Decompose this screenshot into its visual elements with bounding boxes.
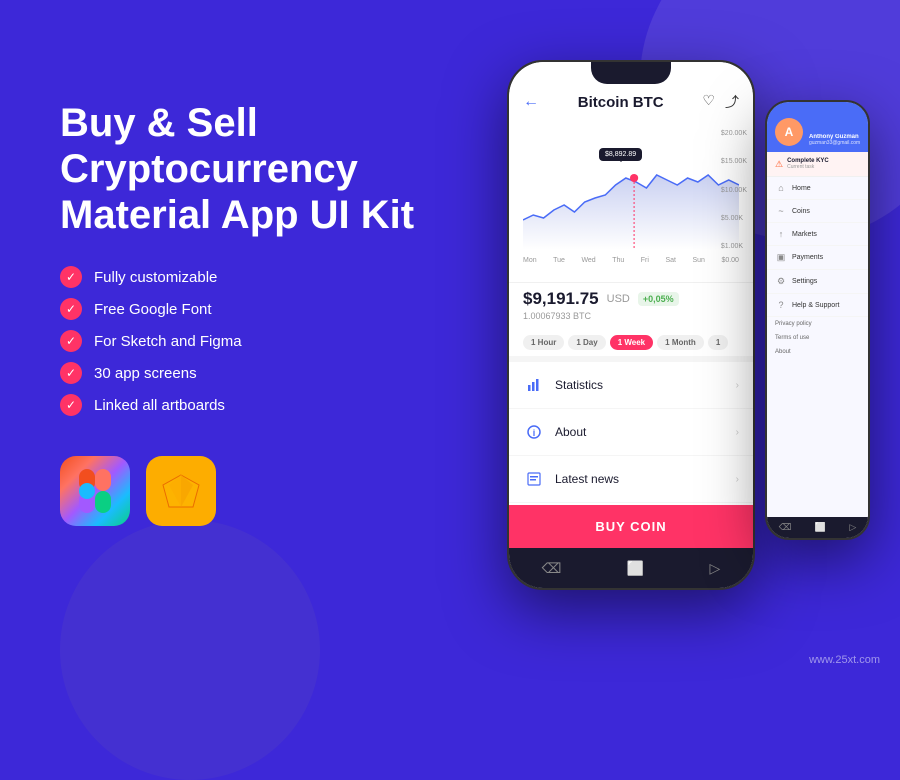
about-chevron: ›: [736, 427, 739, 438]
side-screen: A Anthony Guzman guzman33@gmail.com ⚠ Co…: [767, 102, 868, 538]
filter-1[interactable]: 1: [708, 335, 728, 350]
check-icon-1: ✓: [60, 266, 82, 288]
coins-icon: ~: [775, 206, 787, 216]
payments-icon: ▣: [775, 252, 787, 263]
time-filters: 1 Hour 1 Day 1 Week 1 Month 1: [509, 329, 753, 356]
filter-1m[interactable]: 1 Month: [657, 335, 704, 350]
menu-statistics[interactable]: Statistics ›: [509, 362, 753, 409]
side-nav-recents[interactable]: ▷: [849, 522, 856, 533]
latest-news-icon: [523, 468, 545, 490]
figma-icon: [60, 456, 130, 526]
back-arrow-icon[interactable]: ←: [523, 93, 539, 111]
filter-1h[interactable]: 1 Hour: [523, 335, 564, 350]
side-menu-payments[interactable]: ▣ Payments: [767, 246, 868, 270]
phone-screen: ← Bitcoin BTC ♡ ⤴ $20.00K $15.00K $10.00…: [509, 62, 753, 588]
phone-nav-bar: ⌫ ⬜ ▷: [509, 548, 753, 588]
app-header-title: Bitcoin BTC: [578, 94, 664, 111]
header-icons: ♡ ⤴: [702, 92, 739, 112]
share-icon[interactable]: ⤴: [725, 92, 739, 112]
coins-label: Coins: [792, 208, 810, 215]
buy-coin-button[interactable]: BUY COIN: [509, 505, 753, 548]
phone-main: ← Bitcoin BTC ♡ ⤴ $20.00K $15.00K $10.00…: [507, 60, 755, 590]
svg-text:i: i: [533, 428, 536, 438]
user-email: guzman33@gmail.com: [809, 140, 860, 146]
feature-item-2: ✓ Free Google Font: [60, 298, 440, 320]
check-icon-2: ✓: [60, 298, 82, 320]
kyc-notice[interactable]: ⚠ Complete KYC Current task: [767, 152, 868, 177]
payments-label: Payments: [792, 254, 823, 261]
side-menu-coins[interactable]: ~ Coins: [767, 200, 868, 223]
side-nav-home[interactable]: ⬜: [815, 522, 826, 533]
user-avatar: A: [775, 118, 803, 146]
user-info: Anthony Guzman guzman33@gmail.com: [809, 134, 860, 146]
statistics-icon: [523, 374, 545, 396]
price-tooltip: $8,892.89: [599, 148, 642, 161]
phones-container: ← Bitcoin BTC ♡ ⤴ $20.00K $15.00K $10.00…: [507, 60, 870, 590]
price-section: $9,191.75 USD +0,05% 1.00067933 BTC: [509, 282, 753, 329]
feature-item-1: ✓ Fully customizable: [60, 266, 440, 288]
side-menu-help[interactable]: ? Help & Support: [767, 294, 868, 317]
about-label: About: [555, 425, 736, 439]
latest-news-label: Latest news: [555, 472, 736, 486]
side-menu-markets[interactable]: ↑ Markets: [767, 223, 868, 246]
feature-item-3: ✓ For Sketch and Figma: [60, 330, 440, 352]
privacy-policy-link[interactable]: Privacy policy: [767, 317, 868, 331]
side-menu-home[interactable]: ⌂ Home: [767, 177, 868, 200]
sketch-icon: [146, 456, 216, 526]
markets-icon: ↑: [775, 229, 787, 239]
chart-x-labels: Mon Tue Wed Thu Fri Sat Sun $0.00: [523, 255, 739, 266]
chart-y-labels: $20.00K $15.00K $10.00K $5.00K $1.00K: [721, 130, 747, 250]
filter-1d[interactable]: 1 Day: [568, 335, 605, 350]
kyc-subtitle: Current task: [787, 164, 829, 170]
chart-area: $20.00K $15.00K $10.00K $5.00K $1.00K: [509, 122, 753, 282]
statistics-label: Statistics: [555, 378, 736, 392]
side-nav-back[interactable]: ⌫: [779, 522, 792, 533]
menu-section: Statistics › i About ›: [509, 362, 753, 505]
nav-recents-icon[interactable]: ▷: [710, 560, 721, 577]
phone-side: A Anthony Guzman guzman33@gmail.com ⚠ Co…: [765, 100, 870, 540]
price-row: $9,191.75 USD +0,05%: [523, 289, 739, 309]
menu-latest-news[interactable]: Latest news ›: [509, 456, 753, 503]
home-icon: ⌂: [775, 183, 787, 193]
latest-news-chevron: ›: [736, 474, 739, 485]
home-label: Home: [792, 185, 811, 192]
app-icons: [60, 456, 440, 526]
settings-label: Settings: [792, 278, 817, 285]
nav-home-icon[interactable]: ⬜: [627, 560, 644, 577]
check-icon-3: ✓: [60, 330, 82, 352]
check-icon-4: ✓: [60, 362, 82, 384]
main-title: Buy & SellCryptocurrencyMaterial App UI …: [60, 100, 440, 238]
feature-item-4: ✓ 30 app screens: [60, 362, 440, 384]
terms-of-use-link[interactable]: Terms of use: [767, 331, 868, 345]
nav-back-icon[interactable]: ⌫: [542, 560, 562, 577]
price-currency: USD: [607, 293, 630, 305]
side-header: A Anthony Guzman guzman33@gmail.com: [767, 102, 868, 152]
markets-label: Markets: [792, 231, 817, 238]
heart-icon[interactable]: ♡: [702, 92, 715, 112]
feature-item-5: ✓ Linked all artboards: [60, 394, 440, 416]
about-icon: i: [523, 421, 545, 443]
help-label: Help & Support: [792, 302, 839, 309]
help-icon: ?: [775, 300, 787, 310]
menu-about[interactable]: i About ›: [509, 409, 753, 456]
feature-list: ✓ Fully customizable ✓ Free Google Font …: [60, 266, 440, 416]
kyc-warning-icon: ⚠: [775, 159, 783, 170]
about-link[interactable]: About: [767, 345, 868, 359]
watermark: www.25xt.com: [809, 654, 880, 666]
price-btc: 1.00067933 BTC: [523, 311, 739, 321]
side-phone-nav: ⌫ ⬜ ▷: [767, 517, 868, 538]
statistics-chevron: ›: [736, 380, 739, 391]
filter-1w[interactable]: 1 Week: [610, 335, 653, 350]
kyc-content: Complete KYC Current task: [787, 158, 829, 170]
price-value: $9,191.75: [523, 289, 599, 309]
phone-notch: [591, 62, 671, 84]
check-icon-5: ✓: [60, 394, 82, 416]
side-menu-settings[interactable]: ⚙ Settings: [767, 270, 868, 294]
settings-icon: ⚙: [775, 276, 787, 287]
price-change-badge: +0,05%: [638, 292, 679, 306]
